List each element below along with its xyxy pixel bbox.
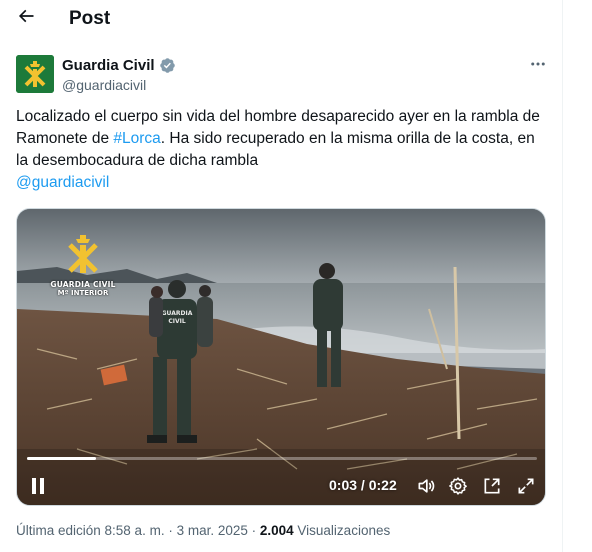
page-title: Post	[69, 8, 111, 29]
avatar[interactable]	[16, 55, 54, 93]
vest-text-2: CIVIL	[168, 318, 186, 325]
author-handle[interactable]: @guardiacivil	[62, 77, 146, 93]
time-separator: /	[357, 477, 369, 493]
page-header: Post	[0, 0, 562, 40]
settings-button[interactable]	[447, 475, 469, 497]
more-options-button[interactable]	[526, 56, 550, 76]
watermark-line1: GUARDIA CIVIL	[50, 280, 116, 289]
verified-badge-icon[interactable]	[159, 57, 176, 74]
author-name[interactable]: Guardia Civil	[62, 57, 176, 74]
current-time: 0:03	[329, 477, 358, 493]
column-divider	[562, 0, 563, 552]
more-dots-icon	[529, 55, 547, 78]
mention-link[interactable]: @guardiacivil	[16, 172, 548, 194]
vest-text-1: GUARDIA	[162, 310, 193, 317]
video-watermark: GUARDIA CIVIL Mº INTERIOR	[45, 235, 121, 298]
arrow-left-icon	[16, 6, 36, 31]
picture-in-picture-button[interactable]	[481, 475, 503, 497]
guardia-civil-emblem-icon	[68, 235, 98, 273]
watermark-line2: Mº INTERIOR	[57, 289, 109, 297]
views-count: 2.004	[259, 523, 294, 538]
pause-button[interactable]	[29, 475, 49, 497]
edited-timestamp[interactable]: Última edición 8:58 a. m. · 3 mar. 2025 …	[16, 523, 260, 538]
video-duration: 0:22	[368, 477, 397, 493]
gear-icon	[449, 477, 467, 495]
tweet-text: Localizado el cuerpo sin vida del hombre…	[16, 106, 548, 194]
author-name-text: Guardia Civil	[62, 57, 155, 74]
pip-icon	[484, 478, 500, 494]
video-player[interactable]: GUARDIA CIVIL GUARDIA CIVIL Mº INTERIOR	[16, 208, 546, 506]
video-time: 0:03 / 0:22	[329, 477, 397, 493]
video-progress-bar[interactable]	[27, 457, 537, 460]
video-controls: 0:03 / 0:22	[17, 465, 545, 505]
back-button[interactable]	[12, 4, 40, 32]
hashtag-link[interactable]: #Lorca	[113, 130, 160, 147]
volume-button[interactable]	[415, 475, 437, 497]
video-progress-fill	[27, 457, 97, 460]
tweet-meta: Última edición 8:58 a. m. · 3 mar. 2025 …	[16, 523, 390, 538]
pause-icon	[32, 478, 44, 494]
volume-icon	[418, 479, 435, 493]
views-label: Visualizaciones	[293, 523, 391, 538]
fullscreen-button[interactable]	[515, 475, 537, 497]
fullscreen-icon	[518, 478, 534, 494]
